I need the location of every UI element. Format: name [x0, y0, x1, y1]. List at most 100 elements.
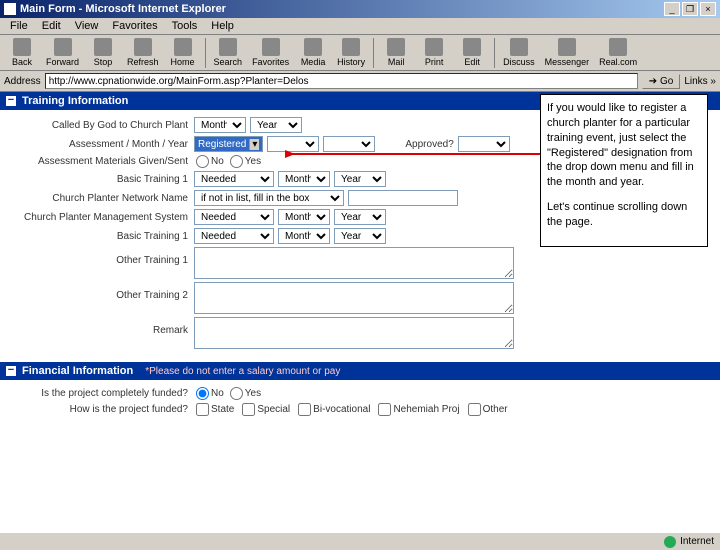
internet-zone-icon [664, 536, 676, 548]
mgmt-year-select[interactable]: Year [334, 209, 386, 225]
search-icon [219, 38, 237, 56]
separator [373, 38, 374, 68]
financial-header: − Financial Information *Please do not e… [0, 362, 720, 380]
back-icon [13, 38, 31, 56]
called-month-select[interactable]: Month [194, 117, 246, 133]
links-label[interactable]: Links » [684, 76, 716, 87]
basic1b-status-select[interactable]: Needed [194, 228, 274, 244]
label-materials: Assessment Materials Given/Sent [4, 156, 194, 167]
menu-tools[interactable]: Tools [166, 19, 204, 33]
called-year-select[interactable]: Year [250, 117, 302, 133]
basic1b-year-select[interactable]: Year [334, 228, 386, 244]
special-checkbox[interactable] [242, 403, 255, 416]
messenger-icon [558, 38, 576, 56]
training-title: Training Information [22, 95, 128, 107]
address-input[interactable] [45, 73, 638, 89]
favorites-button[interactable]: Favorites [248, 37, 293, 68]
mail-icon [387, 38, 405, 56]
status-bar: Internet [0, 532, 720, 550]
home-button[interactable]: Home [165, 37, 201, 68]
collapse-icon[interactable]: − [6, 366, 16, 376]
assessment-status-select[interactable]: Registered▾ [194, 136, 263, 152]
stop-icon [94, 38, 112, 56]
basic1b-month-select[interactable]: Month [278, 228, 330, 244]
forward-button[interactable]: Forward [42, 37, 83, 68]
label-funded: Is the project completely funded? [4, 388, 194, 399]
history-button[interactable]: History [333, 37, 369, 68]
favorites-icon [262, 38, 280, 56]
instruction-callout: If you would like to register a church p… [540, 94, 708, 247]
other2-textarea[interactable] [194, 282, 514, 314]
page-content: − Training Information Called By God to … [0, 92, 720, 532]
refresh-button[interactable]: Refresh [123, 37, 163, 68]
menu-bar: File Edit View Favorites Tools Help [0, 18, 720, 35]
window-buttons: _ ❐ × [664, 2, 716, 16]
home-icon [174, 38, 192, 56]
label-basic1: Basic Training 1 [4, 174, 194, 185]
funded-yes-radio[interactable] [230, 387, 243, 400]
basic1-status-select[interactable]: Needed [194, 171, 274, 187]
financial-form: Is the project completely funded? No Yes… [0, 380, 720, 423]
network-text-input[interactable] [348, 190, 458, 206]
remark-textarea[interactable] [194, 317, 514, 349]
mail-button[interactable]: Mail [378, 37, 414, 68]
menu-edit[interactable]: Edit [36, 19, 67, 33]
stop-button[interactable]: Stop [85, 37, 121, 68]
label-basic1b: Basic Training 1 [4, 231, 194, 242]
toolbar: Back Forward Stop Refresh Home Search Fa… [0, 35, 720, 71]
mgmt-month-select[interactable]: Month [278, 209, 330, 225]
separator [494, 38, 495, 68]
print-button[interactable]: Print [416, 37, 452, 68]
basic1-month-select[interactable]: Month [278, 171, 330, 187]
search-button[interactable]: Search [210, 37, 247, 68]
address-label: Address [4, 76, 41, 87]
bivoc-checkbox[interactable] [298, 403, 311, 416]
collapse-icon[interactable]: − [6, 96, 16, 106]
discuss-button[interactable]: Discuss [499, 37, 539, 68]
window-title: Main Form - Microsoft Internet Explorer [20, 3, 664, 15]
messenger-button[interactable]: Messenger [541, 37, 594, 68]
chevron-down-icon: ▾ [249, 139, 259, 150]
edit-icon [463, 38, 481, 56]
materials-no-radio[interactable] [196, 155, 209, 168]
label-approved: Approved? [405, 139, 453, 150]
print-icon [425, 38, 443, 56]
realcom-button[interactable]: Real.com [595, 37, 641, 68]
minimize-button[interactable]: _ [664, 2, 680, 16]
media-button[interactable]: Media [295, 37, 331, 68]
approved-select[interactable] [458, 136, 510, 152]
menu-help[interactable]: Help [205, 19, 240, 33]
label-other1: Other Training 1 [4, 247, 194, 266]
materials-yes-radio[interactable] [230, 155, 243, 168]
go-button[interactable]: ➔ Go [642, 74, 681, 89]
maximize-button[interactable]: ❐ [682, 2, 698, 16]
mgmt-status-select[interactable]: Needed [194, 209, 274, 225]
internet-zone-label: Internet [680, 536, 714, 547]
basic1-year-select[interactable]: Year [334, 171, 386, 187]
other1-textarea[interactable] [194, 247, 514, 279]
callout-text-2: Let's continue scrolling down the page. [547, 200, 701, 230]
edit-button[interactable]: Edit [454, 37, 490, 68]
label-assessment: Assessment / Month / Year [4, 139, 194, 150]
callout-text-1: If you would like to register a church p… [547, 101, 701, 190]
window-titlebar: Main Form - Microsoft Internet Explorer … [0, 0, 720, 18]
financial-note: *Please do not enter a salary amount or … [145, 366, 340, 377]
menu-view[interactable]: View [69, 19, 105, 33]
assessment-year-select[interactable] [323, 136, 375, 152]
close-button[interactable]: × [700, 2, 716, 16]
other-checkbox[interactable] [468, 403, 481, 416]
funded-no-radio[interactable] [196, 387, 209, 400]
menu-file[interactable]: File [4, 19, 34, 33]
address-bar: Address ➔ Go Links » [0, 71, 720, 92]
label-network: Church Planter Network Name [4, 193, 194, 204]
assessment-month-select[interactable] [267, 136, 319, 152]
label-called: Called By God to Church Plant [4, 120, 194, 131]
nehemiah-checkbox[interactable] [378, 403, 391, 416]
state-checkbox[interactable] [196, 403, 209, 416]
label-other2: Other Training 2 [4, 282, 194, 301]
network-select[interactable]: if not in list, fill in the box [194, 190, 344, 206]
history-icon [342, 38, 360, 56]
menu-favorites[interactable]: Favorites [106, 19, 163, 33]
back-button[interactable]: Back [4, 37, 40, 68]
discuss-icon [510, 38, 528, 56]
